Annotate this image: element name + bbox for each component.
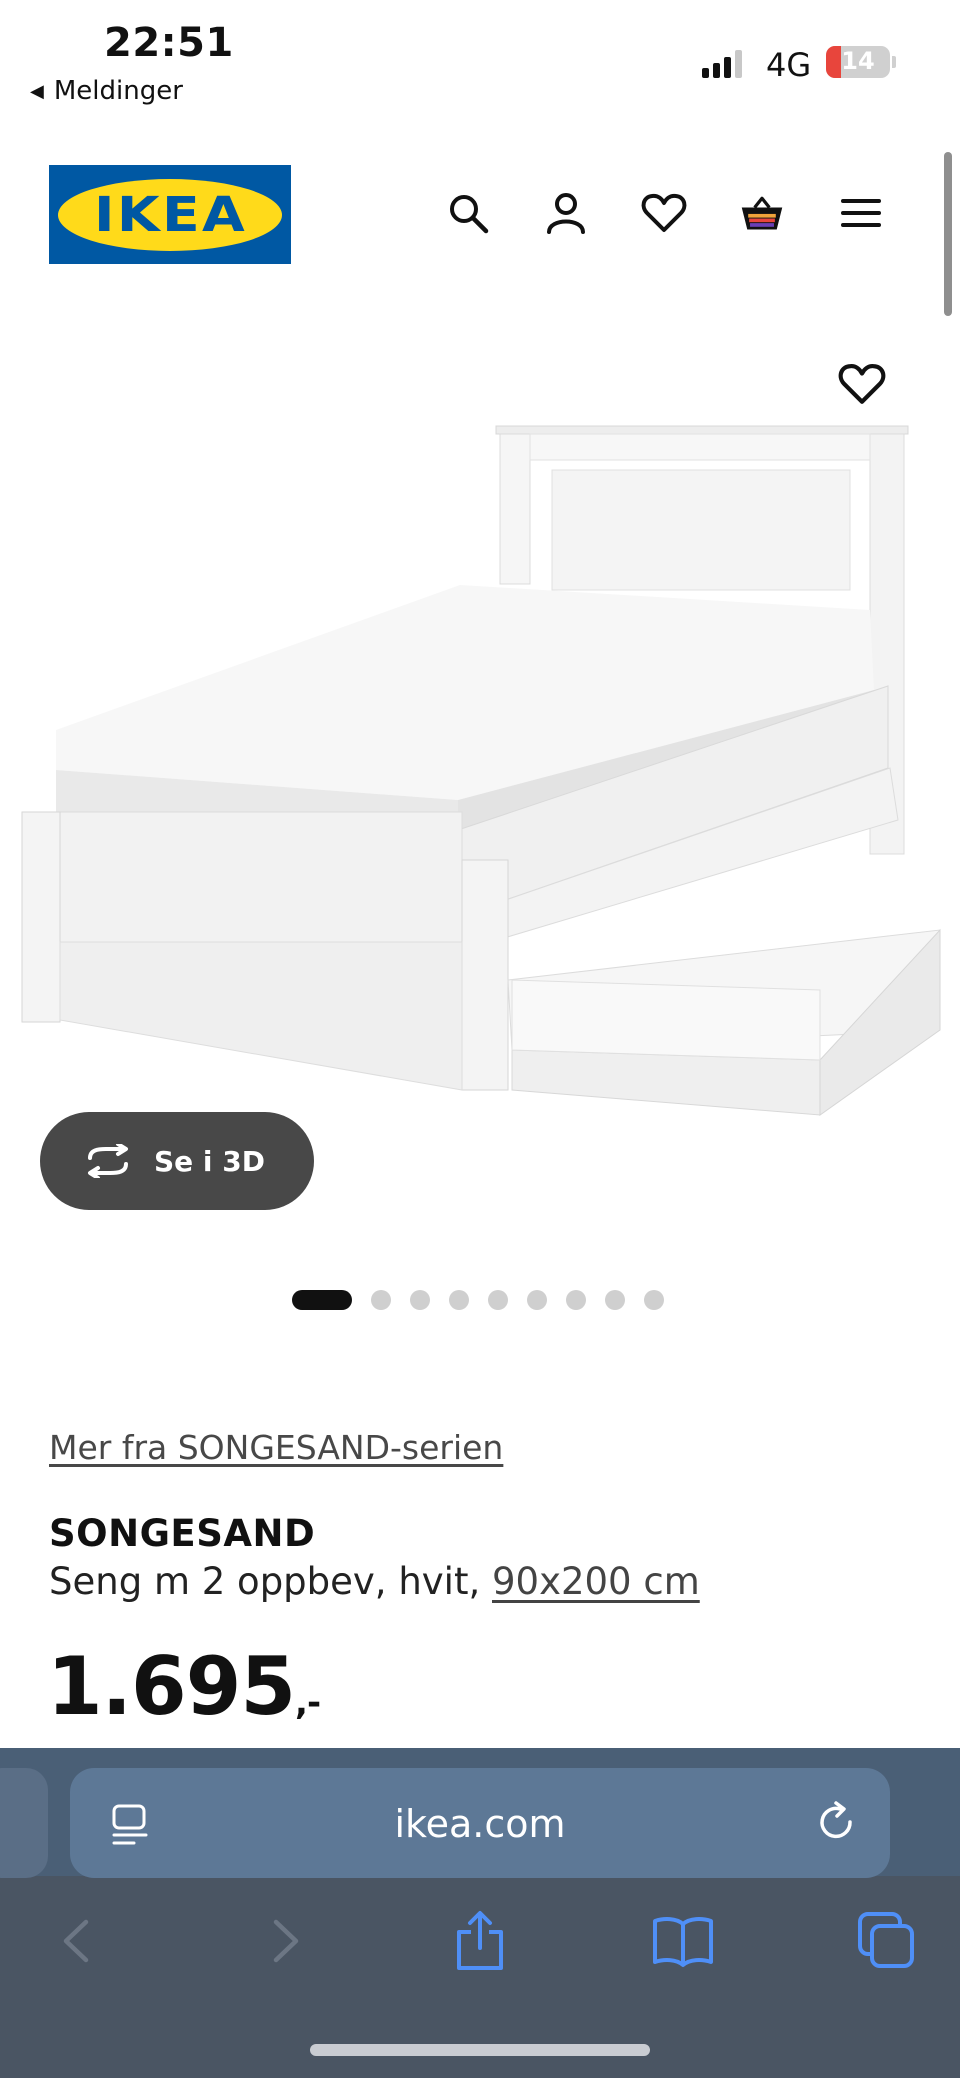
carousel-dot[interactable] [410,1290,430,1310]
size-link[interactable]: 90x200 cm [492,1560,700,1603]
back-nav-icon[interactable] [50,1910,112,1972]
view-3d-label: Se i 3D [154,1144,265,1178]
battery-level: 14 [841,47,875,75]
carousel-dot[interactable] [644,1290,664,1310]
account-icon[interactable] [543,190,589,236]
series-link[interactable]: Mer fra SONGESAND-serien [49,1428,503,1467]
ikea-logo[interactable]: IKEA [49,165,291,264]
carousel-dot[interactable] [566,1290,586,1310]
network-type: 4G [766,46,812,84]
product-price: 1.695,- [47,1640,321,1733]
home-indicator[interactable] [310,2044,650,2056]
carousel-dot[interactable] [292,1290,352,1310]
carousel-dot[interactable] [527,1290,547,1310]
search-icon[interactable] [445,190,491,236]
price-value: 1.695 [47,1640,296,1733]
forward-nav-icon[interactable] [250,1910,312,1972]
back-arrow-icon: ◀ [30,80,44,102]
battery-icon: 14 [826,46,890,78]
price-suffix: ,- [295,1683,321,1723]
carousel-dot[interactable] [449,1290,469,1310]
carousel-dot[interactable] [371,1290,391,1310]
rotate-3d-icon [88,1144,128,1178]
tabs-icon[interactable] [856,1910,918,1972]
image-carousel-indicator[interactable] [292,1290,664,1310]
menu-icon[interactable] [838,190,884,236]
share-icon[interactable] [449,1910,511,1972]
status-bar: 22:51 ◀ Meldinger 4G 14 [0,0,960,120]
wishlist-heart-icon[interactable] [641,190,687,236]
page-scrollbar[interactable] [944,152,952,316]
back-to-app-link[interactable]: ◀ Meldinger [30,76,183,106]
product-description-text: Seng m 2 oppbev, hvit, [49,1560,492,1603]
reload-icon[interactable] [814,1800,858,1848]
status-time: 22:51 [104,20,234,66]
bookmarks-icon[interactable] [652,1910,714,1972]
product-name: SONGESAND [49,1512,316,1555]
carousel-dot[interactable] [605,1290,625,1310]
cellular-signal-icon [702,50,742,78]
add-to-favorites-button[interactable] [838,362,886,410]
url-text: ikea.com [394,1802,566,1846]
previous-tab-preview[interactable] [0,1768,48,1878]
address-bar[interactable]: ikea.com [70,1768,890,1878]
logo-text: IKEA [93,186,247,243]
view-3d-button[interactable]: Se i 3D [40,1112,314,1210]
shopping-basket-icon[interactable] [739,190,785,236]
product-description: Seng m 2 oppbev, hvit, 90x200 cm [49,1560,700,1603]
carousel-dot[interactable] [488,1290,508,1310]
back-app-label: Meldinger [53,76,183,106]
